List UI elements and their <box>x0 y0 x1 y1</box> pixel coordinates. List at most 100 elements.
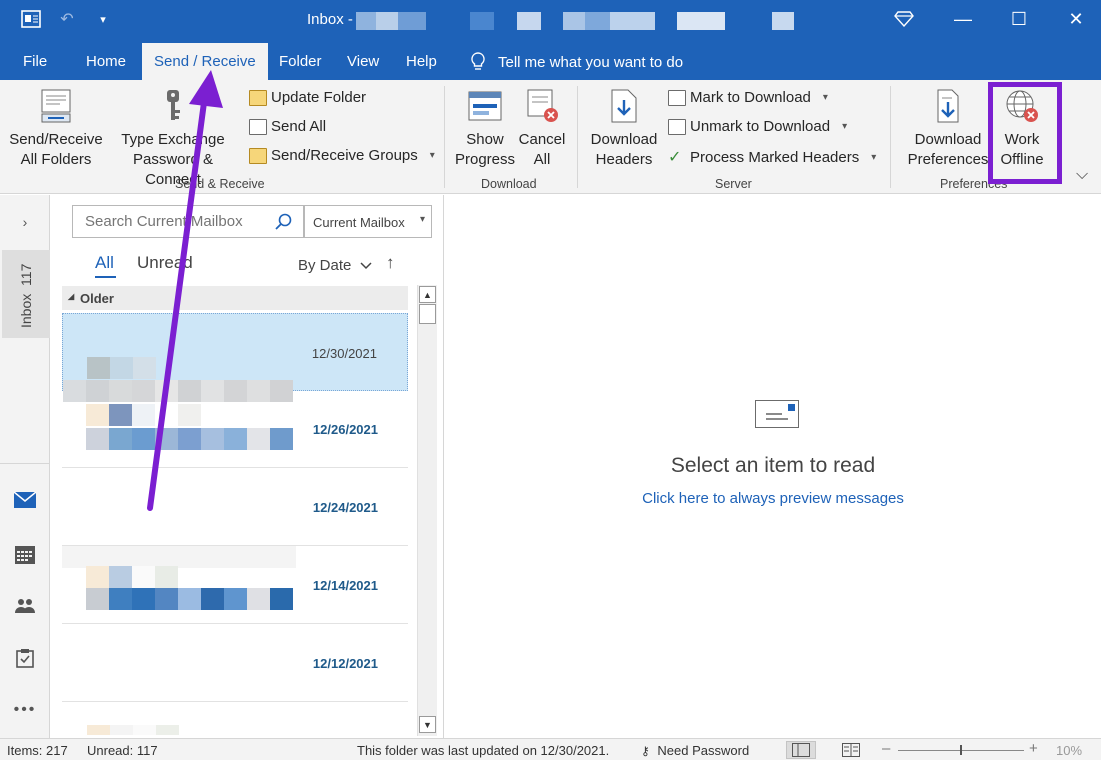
redacted-sender-2 <box>86 566 178 588</box>
send-receive-all-icon <box>41 89 71 123</box>
group-label-server: Server <box>715 177 752 191</box>
people-icon[interactable] <box>12 595 38 617</box>
navigation-rail: › Inbox 117 ••• <box>0 195 50 738</box>
download-headers-button[interactable]: Download Headers <box>586 88 662 170</box>
show-progress-button[interactable]: Show Progress <box>452 88 518 170</box>
filter-unread-tab[interactable]: Unread <box>137 253 193 273</box>
search-input[interactable] <box>73 206 263 236</box>
group-label-send-receive: Send & Receive <box>175 177 265 191</box>
always-preview-link[interactable]: Click here to always preview messages <box>445 490 1101 507</box>
chevron-down-icon: ▾ <box>419 214 425 225</box>
quick-access-dropdown-icon[interactable]: ▾ <box>92 8 114 30</box>
process-marked-headers-button[interactable]: ✓ Process Marked Headers ▾ <box>668 147 876 167</box>
zoom-level[interactable]: 10% <box>1056 743 1082 758</box>
status-bar: Items: 217 Unread: 117 This folder was l… <box>0 738 1101 760</box>
scroll-up-icon[interactable]: ▲ <box>419 286 436 303</box>
update-folder-button[interactable]: Update Folder <box>249 89 366 106</box>
unmark-to-download-label: Unmark to Download <box>690 118 831 135</box>
key-icon: ⚷ <box>641 744 650 758</box>
scroll-down-icon[interactable]: ▼ <box>419 716 436 733</box>
mark-to-download-button[interactable]: Mark to Download ▾ <box>668 89 828 106</box>
send-receive-groups-icon <box>249 147 267 164</box>
message-list-scrollbar[interactable]: ▲ ▼ <box>417 285 437 736</box>
sort-by-dropdown[interactable]: By Date <box>298 257 372 274</box>
lightbulb-icon <box>471 52 485 70</box>
normal-view-button[interactable] <box>786 741 816 759</box>
message-date: 12/26/2021 <box>312 422 378 437</box>
minimize-button[interactable]: — <box>945 5 981 33</box>
tab-send-receive[interactable]: Send / Receive <box>142 43 268 81</box>
chevron-down-icon: ▾ <box>429 150 435 161</box>
calendar-icon[interactable] <box>12 544 38 566</box>
redacted-sender <box>87 357 156 379</box>
message-row[interactable]: 12/24/2021 <box>62 468 408 546</box>
message-row[interactable]: 12/12/2021 <box>62 624 408 702</box>
more-apps-icon[interactable]: ••• <box>12 699 38 721</box>
message-date: 12/24/2021 <box>312 500 378 515</box>
message-row[interactable]: 12/14/2021 <box>62 546 408 624</box>
tab-file[interactable]: File <box>23 53 47 70</box>
type-exchange-password-button[interactable]: Type Exchange Password & Connect <box>104 88 242 190</box>
mail-icon[interactable] <box>12 489 38 511</box>
progress-window-icon <box>468 91 502 121</box>
expand-folder-pane-icon[interactable]: › <box>12 211 38 233</box>
need-password-status[interactable]: ⚷ Need Password <box>641 743 749 758</box>
tell-me-search[interactable]: Tell me what you want to do <box>470 52 683 72</box>
tasks-icon[interactable] <box>12 647 38 669</box>
filter-all-tab[interactable]: All <box>95 253 114 273</box>
outlook-app-icon[interactable] <box>20 8 42 30</box>
tab-folder[interactable]: Folder <box>279 53 322 70</box>
search-scope-dropdown[interactable]: Current Mailbox ▾ <box>304 205 432 238</box>
send-receive-groups-button[interactable]: Send/Receive Groups ▾ <box>249 147 435 164</box>
zoom-out-icon[interactable]: – <box>882 740 890 757</box>
redacted-block <box>610 12 655 30</box>
restore-button[interactable]: ☐ <box>1001 5 1037 33</box>
mark-to-download-label: Mark to Download <box>690 89 811 106</box>
scrollbar-thumb[interactable] <box>419 304 436 324</box>
message-date: 12/12/2021 <box>312 656 378 671</box>
redacted-sender <box>62 546 296 568</box>
undo-icon[interactable]: ↶ <box>56 8 78 30</box>
tab-view[interactable]: View <box>347 53 379 70</box>
send-all-button[interactable]: Send All <box>249 118 326 135</box>
message-group-header[interactable]: ◢ Older <box>62 286 408 310</box>
active-filter-underline <box>95 276 116 278</box>
close-button[interactable]: ✕ <box>1058 5 1094 33</box>
redacted-block <box>772 12 794 30</box>
inbox-label: Inbox <box>18 293 34 328</box>
sort-direction-arrow-icon[interactable]: ↑ <box>386 253 395 273</box>
zoom-in-icon[interactable]: + <box>1029 740 1038 757</box>
inbox-folder-tab[interactable]: Inbox 117 <box>2 250 50 338</box>
download-preferences-label-1: Download <box>914 131 982 148</box>
zoom-slider-thumb[interactable] <box>960 745 962 755</box>
download-preferences-button[interactable]: Download Preferences <box>898 88 998 170</box>
title-bar: ↶ ▾ Inbox - — ☐ ✕ <box>0 0 1101 40</box>
unmark-to-download-button[interactable]: Unmark to Download ▾ <box>668 118 847 135</box>
diamond-icon[interactable] <box>886 5 922 33</box>
redacted-block <box>677 12 725 30</box>
need-password-label: Need Password <box>657 743 750 758</box>
search-icon[interactable] <box>275 213 293 231</box>
send-receive-all-folders-button[interactable]: Send/Receive All Folders <box>8 88 104 170</box>
cancel-all-button[interactable]: Cancel All <box>516 88 568 170</box>
update-folder-label: Update Folder <box>271 89 367 106</box>
ribbon-tabs: File Home Send / Receive Folder View Hel… <box>0 40 1101 81</box>
tab-home[interactable]: Home <box>86 53 126 70</box>
collapse-ribbon-chevron-icon[interactable]: ⌵ <box>1076 166 1088 184</box>
process-marked-headers-label: Process Marked Headers <box>690 148 860 166</box>
tab-help[interactable]: Help <box>406 53 437 70</box>
search-box[interactable] <box>72 205 304 238</box>
checkmark-icon: ✓ <box>668 149 682 166</box>
reading-view-icon[interactable] <box>842 743 860 760</box>
collapse-triangle-icon: ◢ <box>68 292 75 301</box>
type-exchange-label-1: Type Exchange <box>121 131 225 148</box>
message-row[interactable]: 12/26/2021 <box>62 390 408 468</box>
redacted-sender <box>86 404 201 426</box>
message-row[interactable]: 12/30/2021 <box>62 313 408 402</box>
reading-pane: Select an item to read Click here to alw… <box>445 195 1101 738</box>
message-list-pane: Current Mailbox ▾ All Unread By Date ↑ ◢… <box>51 195 444 738</box>
envelope-line <box>766 413 782 415</box>
redacted-block <box>356 12 376 30</box>
download-preferences-label-2: Preferences <box>907 151 989 168</box>
send-receive-groups-label: Send/Receive Groups <box>271 147 418 164</box>
